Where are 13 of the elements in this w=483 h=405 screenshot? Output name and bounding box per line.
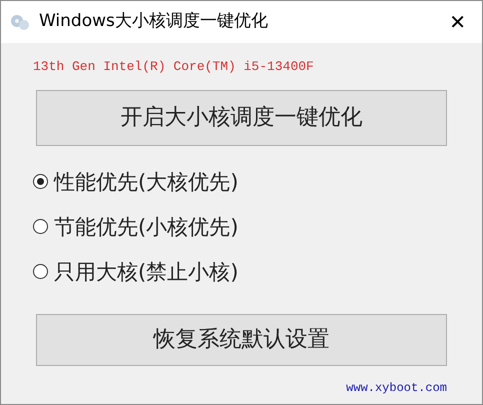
radio-button[interactable] — [33, 219, 48, 234]
radio-button[interactable] — [33, 174, 48, 189]
window-title: Windows大小核调度一键优化 — [39, 10, 268, 34]
radio-label[interactable]: 节能优先(小核优先) — [54, 210, 238, 242]
radio-button[interactable] — [33, 264, 48, 279]
cpu-name: 13th Gen Intel(R) Core(TM) i5-13400F — [33, 58, 315, 76]
radio-label[interactable]: 性能优先(大核优先) — [54, 166, 238, 198]
gears-icon — [9, 12, 31, 32]
website-link[interactable]: www.xyboot.com — [346, 378, 447, 396]
optimize-button[interactable]: 开启大小核调度一键优化 — [36, 90, 447, 146]
radio-label[interactable]: 只用大核(禁止小核) — [54, 256, 238, 288]
close-button[interactable]: ✕ — [449, 12, 466, 32]
restore-button[interactable]: 恢复系统默认设置 — [36, 314, 447, 366]
